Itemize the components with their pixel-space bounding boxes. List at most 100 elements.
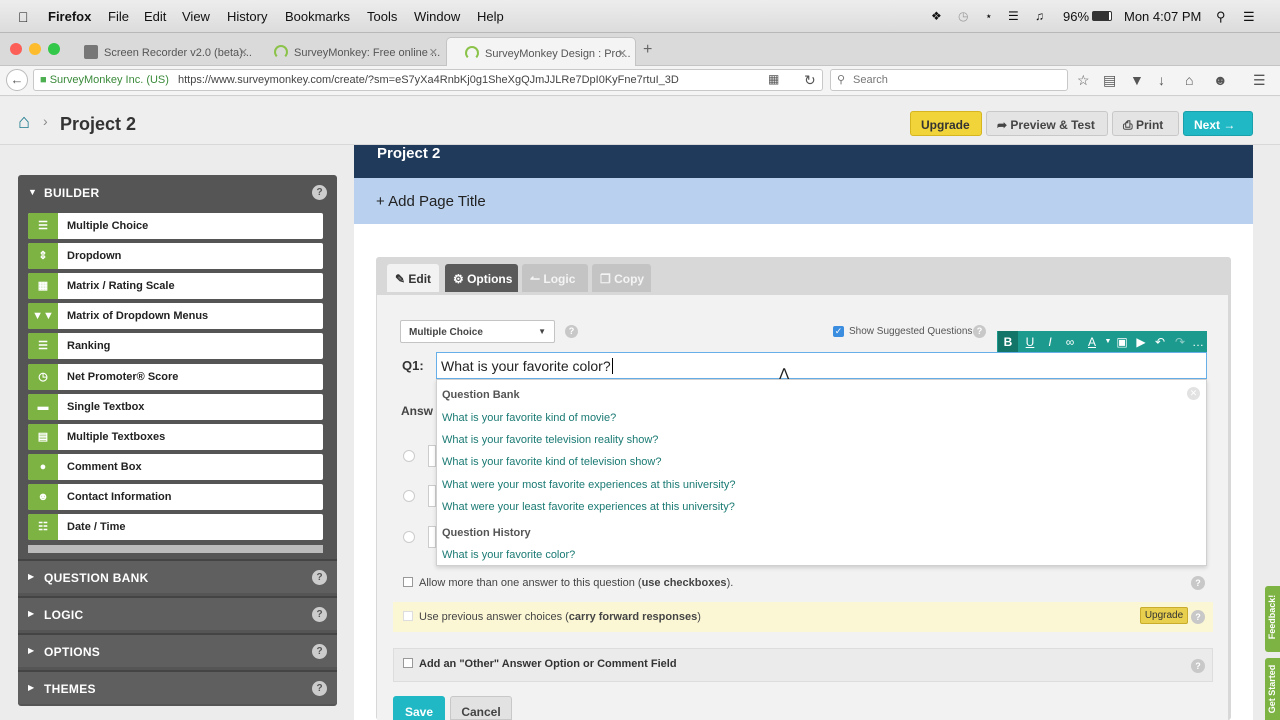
suggestion-item[interactable]: What were your least favorite experience… xyxy=(442,501,735,513)
url-bar[interactable]: ■ SurveyMonkey Inc. (US) https://www.sur… xyxy=(33,69,823,91)
section-question-bank[interactable]: ▶ QUESTION BANK ? xyxy=(18,559,337,593)
builder-item-matrix-dropdown[interactable]: ▼▼ Matrix of Dropdown Menus xyxy=(28,303,323,329)
home-icon[interactable]: ⌂ xyxy=(18,111,30,134)
allow-multiple-checkbox[interactable] xyxy=(403,577,413,587)
suggestion-item[interactable]: What were your most favorite experiences… xyxy=(442,479,735,491)
reading-list-icon[interactable]: ▤ xyxy=(1103,72,1116,89)
project-title[interactable]: Project 2 xyxy=(60,114,136,135)
preview-test-button[interactable]: ➦ Preview & Test xyxy=(986,111,1108,136)
help-icon[interactable]: ? xyxy=(1191,610,1205,624)
answer-radio[interactable] xyxy=(403,490,415,502)
chat-icon[interactable]: ☻ xyxy=(1213,72,1228,88)
dropbox-icon[interactable]: ❖ xyxy=(931,9,942,23)
builder-item-contact-info[interactable]: ☻ Contact Information xyxy=(28,484,323,510)
show-suggested-checkbox[interactable]: ✓ xyxy=(833,326,844,337)
bookmark-star-icon[interactable]: ☆ xyxy=(1077,72,1090,89)
builder-item-date-time[interactable]: ☷ Date / Time xyxy=(28,514,323,540)
app-menu[interactable]: Firefox xyxy=(48,9,91,24)
help-icon[interactable]: ? xyxy=(312,607,327,622)
builder-item-single-textbox[interactable]: ▬ Single Textbox xyxy=(28,394,323,420)
tab-screen-recorder[interactable]: Screen Recorder v2.0 (beta)... ✕ xyxy=(66,37,256,66)
upgrade-button[interactable]: Upgrade xyxy=(910,111,982,136)
get-started-tab[interactable]: Get Started xyxy=(1265,658,1280,720)
history-item[interactable]: What is your favorite color? xyxy=(442,549,575,561)
other-option-checkbox[interactable] xyxy=(403,658,413,668)
bluetooth-icon[interactable]: ⋆ xyxy=(985,9,993,23)
close-window-icon[interactable] xyxy=(10,43,22,55)
section-options[interactable]: ▶ OPTIONS ? xyxy=(18,633,337,667)
question-type-select[interactable]: Multiple Choice ▼ xyxy=(400,320,555,343)
menu-help[interactable]: Help xyxy=(477,9,504,24)
redo-icon[interactable]: ↷ xyxy=(1170,331,1190,353)
tab-surveymonkey-home[interactable]: SurveyMonkey: Free online ... ✕ xyxy=(256,37,446,66)
bold-icon[interactable]: B xyxy=(998,331,1018,353)
carry-forward-option[interactable]: Use previous answer choices (carry forwa… xyxy=(403,611,701,623)
menu-history[interactable]: History xyxy=(227,9,267,24)
close-tab-icon[interactable]: ✕ xyxy=(429,46,438,59)
builder-item-ranking[interactable]: ☰ Ranking xyxy=(28,333,323,359)
reader-view-icon[interactable]: ▦ xyxy=(768,72,779,86)
answer-choice-input[interactable] xyxy=(428,526,436,548)
help-icon[interactable]: ? xyxy=(973,325,986,338)
tab-logic[interactable]: ↼ Logic xyxy=(522,264,588,292)
print-button[interactable]: ⎙ Print xyxy=(1112,111,1179,136)
menu-view[interactable]: View xyxy=(182,9,210,24)
menu-tools[interactable]: Tools xyxy=(367,9,397,24)
builder-item-multiple-choice[interactable]: ☰ Multiple Choice xyxy=(28,213,323,239)
tab-options[interactable]: ⚙ Options xyxy=(445,264,518,292)
question-text-input[interactable]: What is your favorite color? xyxy=(436,352,1207,379)
allow-multiple-option[interactable]: Allow more than one answer to this quest… xyxy=(403,577,733,589)
help-icon[interactable]: ? xyxy=(312,681,327,696)
menu-file[interactable]: File xyxy=(108,9,129,24)
next-button[interactable]: Next → xyxy=(1183,111,1253,136)
suggestion-item[interactable]: What is your favorite kind of television… xyxy=(442,456,662,468)
wifi-icon[interactable]: ☰ xyxy=(1008,9,1019,23)
suggestion-item[interactable]: What is your favorite kind of movie? xyxy=(442,412,616,424)
section-themes[interactable]: ▶ THEMES ? xyxy=(18,670,337,704)
close-tab-icon[interactable]: ✕ xyxy=(618,47,627,60)
answer-choice-input[interactable] xyxy=(428,485,436,507)
close-tab-icon[interactable]: ✕ xyxy=(239,46,248,59)
zoom-window-icon[interactable] xyxy=(48,43,60,55)
answer-radio[interactable] xyxy=(403,531,415,543)
answer-radio[interactable] xyxy=(403,450,415,462)
help-icon[interactable]: ? xyxy=(312,185,327,200)
builder-item-matrix-rating[interactable]: ▦ Matrix / Rating Scale xyxy=(28,273,323,299)
menu-window[interactable]: Window xyxy=(414,9,460,24)
video-icon[interactable]: ▶ xyxy=(1131,331,1151,353)
battery-icon[interactable] xyxy=(1092,11,1112,21)
help-icon[interactable]: ? xyxy=(312,570,327,585)
menu-edit[interactable]: Edit xyxy=(144,9,166,24)
carry-forward-checkbox[interactable] xyxy=(403,611,413,621)
save-button[interactable]: Save xyxy=(393,696,445,720)
menu-bookmarks[interactable]: Bookmarks xyxy=(285,9,350,24)
close-icon[interactable]: ✕ xyxy=(1187,387,1200,400)
builder-heading[interactable]: BUILDER xyxy=(44,186,99,200)
section-logic[interactable]: ▶ LOGIC ? xyxy=(18,596,337,630)
search-input[interactable]: ⚲ Search xyxy=(830,69,1068,91)
builder-item-multiple-textboxes[interactable]: ▤ Multiple Textboxes xyxy=(28,424,323,450)
reload-icon[interactable]: ↻ xyxy=(804,72,816,89)
new-tab-icon[interactable]: + xyxy=(643,41,652,59)
cancel-button[interactable]: Cancel xyxy=(450,696,512,720)
undo-icon[interactable]: ↶ xyxy=(1150,331,1170,353)
minimize-window-icon[interactable] xyxy=(29,43,41,55)
add-page-title[interactable]: + Add Page Title xyxy=(354,178,1253,224)
hamburger-menu-icon[interactable]: ☰ xyxy=(1253,72,1266,89)
tab-edit[interactable]: ✎ Edit xyxy=(387,264,439,292)
more-icon[interactable]: … xyxy=(1188,331,1208,353)
underline-icon[interactable]: U xyxy=(1020,331,1040,353)
clock[interactable]: Mon 4:07 PM xyxy=(1124,9,1201,24)
pocket-icon[interactable]: ▼ xyxy=(1130,72,1144,88)
feedback-tab[interactable]: Feedback! xyxy=(1265,586,1280,652)
builder-item-dropdown[interactable]: ⇕ Dropdown xyxy=(28,243,323,269)
italic-icon[interactable]: I xyxy=(1040,331,1060,353)
help-icon[interactable]: ? xyxy=(1191,659,1205,673)
builder-item-nps[interactable]: ◷ Net Promoter® Score xyxy=(28,364,323,390)
timemachine-icon[interactable]: ◷ xyxy=(958,9,968,23)
spotlight-icon[interactable]: ⚲ xyxy=(1216,9,1226,25)
tab-surveymonkey-design[interactable]: SurveyMonkey Design : Pro... ✕ xyxy=(446,37,636,66)
help-icon[interactable]: ? xyxy=(565,325,578,338)
builder-item-comment-box[interactable]: ● Comment Box xyxy=(28,454,323,480)
suggestion-item[interactable]: What is your favorite television reality… xyxy=(442,434,658,446)
